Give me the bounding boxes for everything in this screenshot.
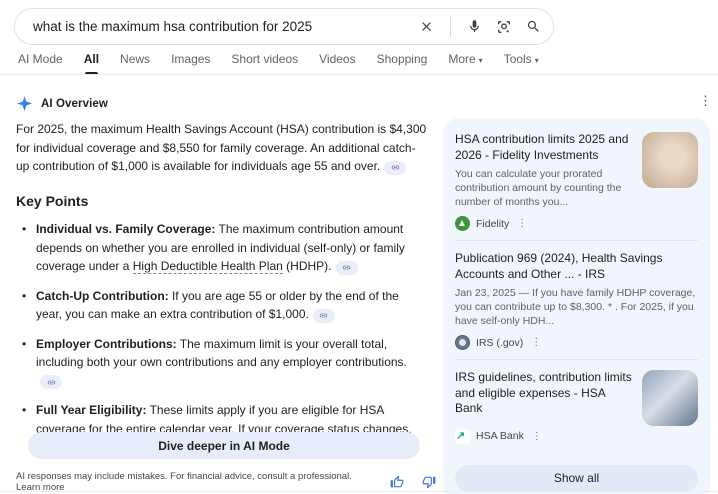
link-icon: [319, 311, 328, 320]
tab-shopping[interactable]: Shopping: [377, 52, 428, 75]
chevron-down-icon: ▾: [479, 56, 483, 65]
source-link-chip[interactable]: [40, 375, 62, 389]
tab-videos[interactable]: Videos: [319, 52, 355, 75]
results-tab-bar: AI Mode All News Images Short videos Vid…: [18, 52, 539, 75]
source-card-title[interactable]: HSA contribution limits 2025 and 2026 - …: [455, 132, 632, 163]
tab-tools-label: Tools: [504, 52, 532, 66]
key-point-item: Employer Contributions: The maximum limi…: [16, 335, 428, 391]
ai-overview-menu-kebab-icon[interactable]: ⋮: [699, 94, 712, 108]
tab-more-label: More: [448, 52, 475, 66]
voice-search-mic-icon[interactable]: [467, 19, 482, 34]
source-name: Fidelity: [476, 218, 509, 230]
tab-ai-mode[interactable]: AI Mode: [18, 52, 63, 75]
irs-favicon: [455, 335, 470, 350]
link-icon: [342, 263, 351, 272]
key-points-heading: Key Points: [16, 192, 428, 211]
article-thumbnail-people-at-laptop: [642, 370, 698, 426]
disclaimer-text: AI responses may include mistakes. For f…: [16, 471, 362, 493]
tab-all[interactable]: All: [84, 52, 99, 75]
hsa-bank-favicon: [455, 429, 470, 444]
bottom-divider: [0, 491, 718, 492]
link-icon: [391, 163, 400, 172]
source-card[interactable]: IRS guidelines, contribution limits and …: [455, 360, 698, 453]
key-point-item: Catch-Up Contribution: If you are age 55…: [16, 287, 428, 324]
disclaimer-body: AI responses may include mistakes. For f…: [16, 471, 352, 482]
tab-images[interactable]: Images: [171, 52, 210, 75]
source-name: HSA Bank: [476, 430, 524, 442]
fidelity-favicon: [455, 216, 470, 231]
source-card-attribution: IRS (.gov) ⋮: [455, 335, 698, 350]
source-card-kebab-icon[interactable]: ⋮: [531, 337, 541, 348]
ai-overview-footer: AI responses may include mistakes. For f…: [16, 471, 436, 493]
source-card-title[interactable]: IRS guidelines, contribution limits and …: [455, 370, 632, 417]
search-input[interactable]: [33, 19, 419, 34]
source-link-chip[interactable]: [384, 161, 406, 175]
ai-overview-intro: For 2025, the maximum Health Savings Acc…: [16, 120, 428, 176]
searchbar-divider: [450, 17, 451, 37]
source-link-chip[interactable]: [336, 261, 358, 275]
sources-panel: HSA contribution limits 2025 and 2026 - …: [443, 118, 710, 494]
source-link-chip[interactable]: [313, 309, 335, 323]
ai-overview-header: AI Overview: [16, 95, 108, 112]
google-lens-icon[interactable]: [496, 19, 512, 35]
search-bar: [14, 8, 554, 45]
key-point-item: Individual vs. Family Coverage: The maxi…: [16, 220, 428, 276]
key-point-label: Catch-Up Contribution:: [36, 289, 169, 303]
source-card[interactable]: Publication 969 (2024), Health Savings A…: [455, 241, 698, 359]
source-card-kebab-icon[interactable]: ⋮: [517, 218, 527, 229]
source-card-snippet: You can calculate your prorated contribu…: [455, 167, 632, 209]
source-card[interactable]: HSA contribution limits 2025 and 2026 - …: [455, 122, 698, 240]
key-point-text: (HDHP).: [283, 259, 332, 273]
source-card-kebab-icon[interactable]: ⋮: [532, 431, 542, 442]
tab-short-videos[interactable]: Short videos: [231, 52, 298, 75]
show-all-sources-button[interactable]: Show all: [455, 465, 698, 492]
source-card-attribution: HSA Bank ⋮: [455, 429, 632, 444]
tab-news[interactable]: News: [120, 52, 150, 75]
ai-overview-body: For 2025, the maximum Health Savings Acc…: [16, 120, 428, 468]
google-search-results-page: AI Mode All News Images Short videos Vid…: [0, 0, 718, 494]
source-card-title[interactable]: Publication 969 (2024), Health Savings A…: [455, 251, 698, 282]
key-point-label: Employer Contributions:: [36, 337, 177, 351]
tabs-divider: [0, 74, 718, 75]
intro-text: For 2025, the maximum Health Savings Acc…: [16, 122, 426, 173]
article-thumbnail-baby: [642, 132, 698, 188]
source-card-snippet: Jan 23, 2025 — If you have family HDHP c…: [455, 286, 698, 328]
source-card-attribution: Fidelity ⋮: [455, 216, 632, 231]
tab-more[interactable]: More ▾: [448, 52, 482, 75]
tab-tools[interactable]: Tools▾: [504, 52, 539, 75]
hdhp-link[interactable]: High Deductible Health Plan: [133, 259, 283, 274]
link-icon: [47, 378, 56, 387]
dive-deeper-ai-mode-button[interactable]: Dive deeper in AI Mode: [28, 432, 420, 459]
key-point-label: Full Year Eligibility:: [36, 403, 146, 417]
thumbs-up-icon[interactable]: [390, 475, 404, 489]
key-point-label: Individual vs. Family Coverage:: [36, 222, 215, 236]
source-name: IRS (.gov): [476, 337, 523, 349]
clear-search-icon[interactable]: [419, 19, 434, 34]
chevron-down-icon: ▾: [535, 56, 539, 65]
ai-sparkle-icon: [16, 95, 33, 112]
thumbs-down-icon[interactable]: [422, 475, 436, 489]
key-points-list: Individual vs. Family Coverage: The maxi…: [16, 220, 428, 457]
ai-overview-label: AI Overview: [41, 98, 108, 110]
search-submit-icon[interactable]: [526, 19, 541, 34]
